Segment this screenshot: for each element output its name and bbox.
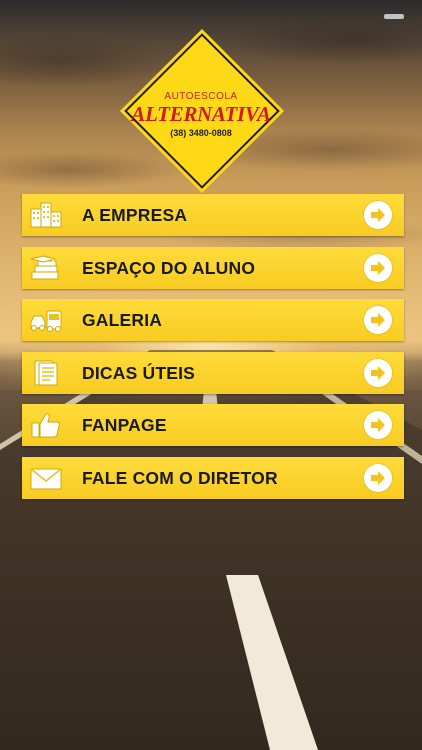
app-screen: AUTOESCOLA ALTERNATIVA (38) 3480-0808 A … (0, 0, 422, 750)
arrow-right-icon (364, 306, 392, 334)
arrow-right-icon (364, 253, 392, 282)
school-logo: AUTOESCOLA ALTERNATIVA (38) 3480-0808 (124, 33, 280, 189)
arrow-right-icon (364, 358, 392, 387)
menu-item-label: A EMPRESA (82, 205, 188, 225)
menu-item-label: ESPAÇO DO ALUNO (82, 257, 256, 278)
arrow-right-icon (364, 201, 392, 229)
arrow-right-icon (364, 463, 392, 492)
menu-item-dicas-uteis[interactable]: DICAS ÚTEIS (22, 351, 404, 394)
logo-text-block: AUTOESCOLA ALTERNATIVA (38) 3480-0808 (127, 36, 275, 184)
menu-item-fale-com-o-diretor[interactable]: FALE COM O DIRETOR (22, 456, 404, 499)
main-menu: A EMPRESA ESPAÇO DO ALUNO GALERIA DICAS … (22, 194, 404, 509)
menu-item-fanpage[interactable]: FANPAGE (22, 404, 404, 446)
logo-phone-number: (38) 3480-0808 (170, 128, 232, 138)
logo-tagline: AUTOESCOLA (164, 91, 238, 102)
arrow-right-icon (364, 411, 392, 439)
envelope-icon (30, 467, 62, 489)
menu-item-label: DICAS ÚTEIS (82, 362, 196, 383)
thumbs-up-icon (31, 413, 60, 438)
status-indicator (384, 14, 404, 19)
document-icon (34, 360, 58, 385)
menu-item-label: GALERIA (82, 310, 163, 330)
menu-item-galeria[interactable]: GALERIA (22, 299, 404, 341)
menu-item-label: FALE COM O DIRETOR (82, 467, 278, 488)
vehicles-icon (30, 310, 62, 332)
logo-brand-name: ALTERNATIVA (131, 102, 271, 126)
building-icon (30, 202, 62, 228)
books-icon (30, 254, 59, 279)
menu-item-a-empresa[interactable]: A EMPRESA (22, 194, 404, 236)
menu-item-espaco-do-aluno[interactable]: ESPAÇO DO ALUNO (22, 246, 404, 289)
menu-item-label: FANPAGE (82, 415, 167, 435)
